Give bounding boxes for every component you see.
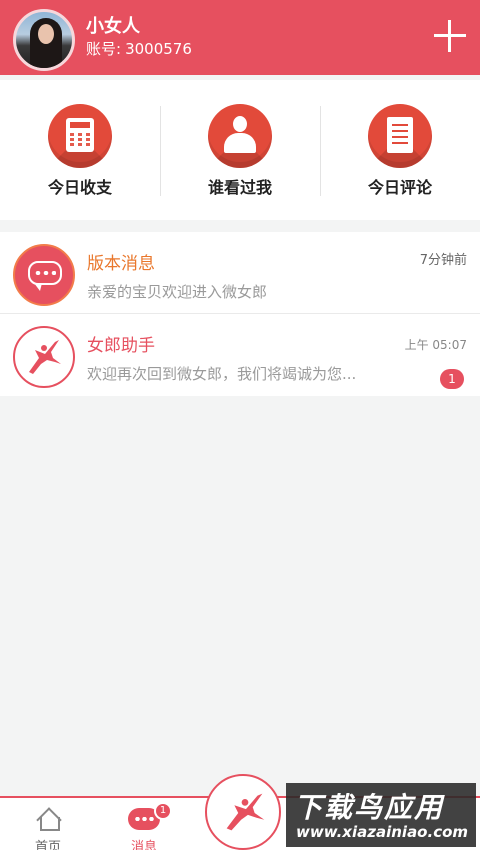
account-info: 账号: 3000576 [86, 38, 196, 59]
watermark: 下载鸟应用 www.xiazainiao.com [286, 783, 476, 847]
avatar-face [38, 24, 54, 44]
add-icon[interactable] [434, 20, 466, 52]
app-header: 小女人 账号: 3000576 [0, 0, 480, 75]
username: 小女人 [86, 16, 140, 37]
quick-action-label: 今日评论 [367, 178, 432, 197]
list-item-assistant[interactable]: 女郎助手 欢迎再次回到微女郎，我们将竭诚为您... 上午 05:07 1 [0, 314, 480, 396]
tab-label: 首页 [34, 840, 61, 850]
watermark-url: www.xiazainiao.com [296, 823, 469, 841]
avatar[interactable] [13, 9, 75, 71]
quick-action-label: 今日收支 [47, 178, 112, 197]
chat-bubble-icon [13, 244, 75, 306]
account-label: 账号: [86, 40, 122, 58]
tab-label: 消息 [130, 840, 157, 850]
tab-home[interactable]: 首页 [0, 798, 96, 850]
message-preview: 亲爱的宝贝欢迎进入微女郎 [87, 283, 268, 301]
calculator-icon [48, 104, 112, 168]
dancer-logo-icon [226, 793, 265, 831]
person-icon [208, 104, 272, 168]
dancer-logo-icon [13, 326, 75, 388]
account-number: 3000576 [125, 40, 192, 58]
quick-action-label: 谁看过我 [207, 178, 272, 197]
home-icon [36, 808, 60, 831]
message-title: 版本消息 [87, 254, 155, 274]
quick-action-visitors[interactable]: 谁看过我 [160, 80, 320, 220]
quick-action-income[interactable]: 今日收支 [0, 80, 160, 220]
watermark-title: 下载鸟应用 [294, 791, 445, 824]
message-list: 版本消息 亲爱的宝贝欢迎进入微女郎 7分钟前 女郎助手 欢迎再次回到微女郎，我们… [0, 232, 480, 396]
tab-messages[interactable]: 1 消息 [96, 798, 192, 850]
unread-badge: 1 [440, 369, 464, 389]
center-dancer-button[interactable] [205, 774, 281, 850]
quick-action-comments[interactable]: 今日评论 [320, 80, 480, 220]
quick-actions: 今日收支 谁看过我 今日评论 [0, 80, 480, 220]
message-title: 女郎助手 [87, 336, 155, 356]
message-time: 上午 05:07 [404, 338, 467, 352]
message-time: 7分钟前 [419, 253, 467, 268]
document-icon [368, 104, 432, 168]
tab-badge: 1 [154, 802, 172, 820]
message-preview: 欢迎再次回到微女郎，我们将竭诚为您... [87, 365, 357, 383]
list-item-version-message[interactable]: 版本消息 亲爱的宝贝欢迎进入微女郎 7分钟前 [0, 232, 480, 314]
